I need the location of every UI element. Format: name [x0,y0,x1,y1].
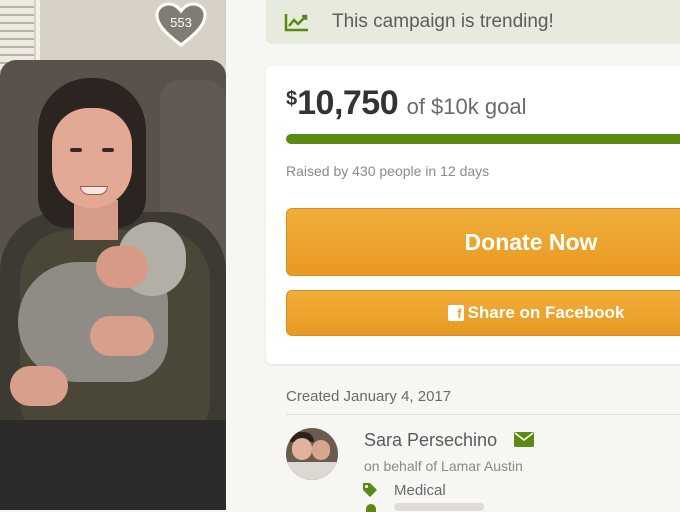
facebook-icon: f [447,305,464,321]
raised-summary: $10,750 of $10k goal [286,84,526,123]
divider [286,414,680,415]
organizer-name[interactable]: Sara Persechino [364,430,497,451]
photo-baby-face [96,246,148,288]
share-button-label: Share on Facebook [467,303,625,322]
heart-count: 553 [170,14,192,30]
created-date: Created January 4, 2017 [286,388,452,405]
photo-eye-right [102,148,114,152]
tag-icon [363,483,377,497]
progress-bar-fill [286,134,680,144]
organizer-avatar[interactable] [286,428,338,480]
photo-eye-left [70,148,82,152]
amount-raised: 10,750 [297,84,399,122]
avatar-blanket [286,462,338,480]
category-label[interactable]: Medical [394,482,446,499]
location-icon [366,504,376,512]
trend-chart-icon [284,14,308,32]
donate-button-label: Donate Now [464,228,598,255]
photo-legs [0,420,226,510]
donate-button[interactable]: Donate Now [286,208,680,276]
progress-bar [286,134,680,144]
mail-icon[interactable] [514,432,534,447]
heart-button[interactable]: 553 [154,2,208,48]
avatar-face-2 [312,440,330,460]
donation-card: $10,750 of $10k goal Raised by 430 peopl… [266,66,680,364]
avatar-face-1 [292,438,312,460]
trending-banner: This campaign is trending! [266,0,680,44]
photo-hand-right [90,316,154,356]
trending-text: This campaign is trending! [332,11,554,32]
currency-symbol: $ [286,88,298,110]
raised-meta: Raised by 430 people in 12 days [286,163,490,179]
goal-text: of $10k goal [406,94,527,119]
share-facebook-button[interactable]: f Share on Facebook [286,290,680,336]
campaign-photo: 553 [0,0,226,510]
organizer-behalf: on behalf of Lamar Austin [364,458,523,474]
photo-hand-left [10,366,68,406]
